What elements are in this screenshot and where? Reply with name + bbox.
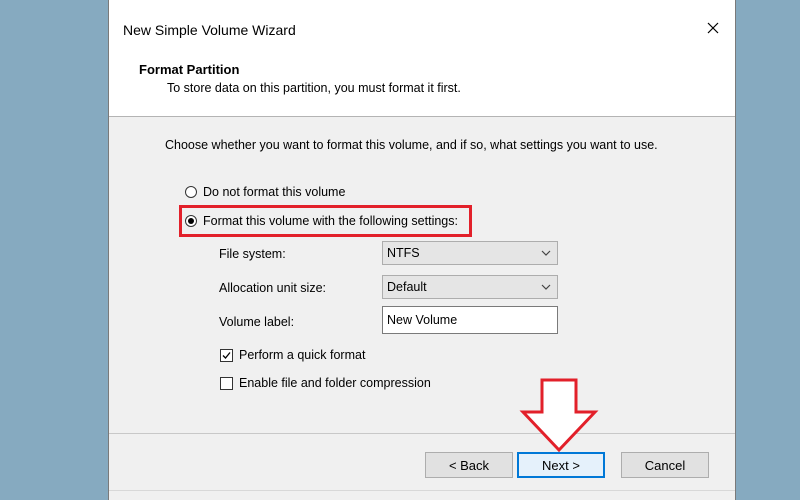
chevron-down-icon (541, 284, 551, 290)
back-button[interactable]: < Back (425, 452, 513, 478)
cancel-button[interactable]: Cancel (621, 452, 709, 478)
instruction-text: Choose whether you want to format this v… (165, 138, 658, 152)
radio-format-volume[interactable]: Format this volume with the following se… (185, 214, 458, 228)
window-bottom-line (109, 490, 735, 491)
volume-label-label: Volume label: (219, 315, 295, 329)
down-arrow-annotation-icon (519, 378, 599, 452)
page-subtitle: To store data on this partition, you mus… (167, 81, 461, 95)
window-title: New Simple Volume Wizard (123, 22, 296, 38)
file-system-value: NTFS (387, 246, 420, 260)
file-system-label: File system: (219, 247, 286, 261)
next-button[interactable]: Next > (517, 452, 605, 478)
compression-checkbox-row[interactable]: Enable file and folder compression (220, 376, 431, 390)
allocation-unit-value: Default (387, 280, 427, 294)
wizard-header: Format Partition To store data on this p… (109, 58, 735, 116)
compression-label: Enable file and folder compression (239, 376, 431, 390)
radio-label-format-volume: Format this volume with the following se… (203, 214, 458, 228)
close-icon (707, 22, 719, 34)
compression-checkbox[interactable] (220, 376, 233, 390)
quick-format-label: Perform a quick format (239, 348, 366, 362)
wizard-window: New Simple Volume Wizard Format Partitio… (108, 0, 736, 500)
page-title: Format Partition (139, 62, 240, 77)
radio-do-not-format[interactable]: Do not format this volume (185, 185, 345, 199)
quick-format-checkbox-row[interactable]: Perform a quick format (220, 348, 365, 362)
allocation-unit-label: Allocation unit size: (219, 281, 327, 295)
file-system-select[interactable]: NTFS (382, 241, 558, 265)
title-bar: New Simple Volume Wizard (109, 0, 735, 58)
radio-button-unchecked[interactable] (185, 186, 197, 198)
chevron-down-icon (541, 250, 551, 256)
close-button[interactable] (699, 14, 727, 42)
radio-label-do-not-format: Do not format this volume (203, 185, 346, 199)
allocation-unit-select[interactable]: Default (382, 275, 558, 299)
quick-format-checkbox[interactable] (220, 348, 233, 362)
checkmark-icon (222, 351, 231, 359)
volume-label-input[interactable] (382, 306, 558, 334)
radio-button-checked[interactable] (185, 215, 197, 227)
